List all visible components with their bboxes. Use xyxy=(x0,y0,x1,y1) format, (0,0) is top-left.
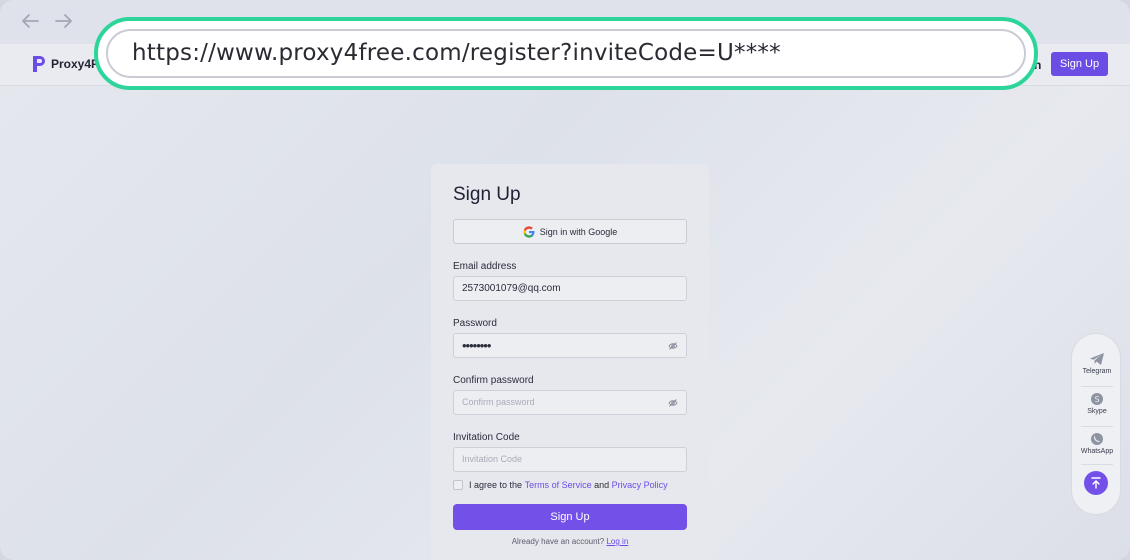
email-value: 2573001079@qq.com xyxy=(462,283,561,294)
arrow-up-icon xyxy=(1091,477,1101,489)
contact-divider xyxy=(1081,386,1113,387)
terms-of-service-link[interactable]: Terms of Service xyxy=(525,480,592,490)
invitation-code-label: Invitation Code xyxy=(453,432,520,443)
arrow-left-icon[interactable] xyxy=(17,10,43,34)
browser-window: Proxy4Fr n Sign Up https://www.proxy4fre… xyxy=(0,0,1130,560)
password-value: •••••••• xyxy=(462,338,491,353)
google-signin-label: Sign in with Google xyxy=(539,226,618,237)
arrow-right-icon[interactable] xyxy=(51,10,77,34)
terms-agreement: I agree to the Terms of Service and Priv… xyxy=(453,480,668,490)
password-label: Password xyxy=(453,318,497,329)
address-bar-url[interactable]: https://www.proxy4free.com/register?invi… xyxy=(132,40,781,66)
agree-and: and xyxy=(594,480,610,490)
signup-submit-button[interactable]: Sign Up xyxy=(453,504,687,530)
skype-icon: S xyxy=(1091,393,1103,405)
have-account-text: Already have an account? xyxy=(511,537,605,546)
login-prompt: Already have an account? Log in xyxy=(453,537,687,546)
confirm-password-field[interactable]: Confirm password xyxy=(453,390,687,415)
terms-checkbox[interactable] xyxy=(453,480,463,490)
login-link[interactable]: Log in xyxy=(606,537,628,546)
skype-contact[interactable]: S Skype xyxy=(1072,392,1122,415)
proxy4free-logo-icon xyxy=(31,54,47,74)
google-signin-button[interactable]: Sign in with Google xyxy=(453,219,687,244)
contact-divider xyxy=(1081,426,1113,427)
confirm-password-placeholder: Confirm password xyxy=(462,397,535,407)
whatsapp-contact[interactable]: WhatsApp xyxy=(1072,432,1122,455)
google-icon xyxy=(523,225,535,238)
invitation-code-field[interactable]: Invitation Code xyxy=(453,447,687,472)
email-label: Email address xyxy=(453,261,517,272)
svg-text:S: S xyxy=(1094,395,1099,404)
password-field[interactable]: •••••••• xyxy=(453,333,687,358)
skype-label: Skype xyxy=(1087,408,1107,415)
telegram-label: Telegram xyxy=(1082,368,1112,375)
eye-off-icon[interactable] xyxy=(668,341,678,351)
site-logo[interactable]: Proxy4Fr xyxy=(31,54,103,74)
privacy-policy-link[interactable]: Privacy Policy xyxy=(612,480,668,490)
telegram-contact[interactable]: Telegram xyxy=(1072,352,1122,375)
header-signup-button[interactable]: Sign Up xyxy=(1051,52,1108,76)
whatsapp-icon xyxy=(1091,433,1103,445)
telegram-icon xyxy=(1090,353,1104,365)
agree-prefix: I agree to the xyxy=(469,480,523,490)
confirm-password-label: Confirm password xyxy=(453,375,534,386)
email-field[interactable]: 2573001079@qq.com xyxy=(453,276,687,301)
whatsapp-label: WhatsApp xyxy=(1080,448,1114,455)
invitation-code-placeholder: Invitation Code xyxy=(462,454,523,464)
back-to-top-button[interactable] xyxy=(1084,471,1108,495)
page-title: Sign Up xyxy=(453,184,521,205)
eye-off-icon[interactable] xyxy=(668,398,678,408)
contact-divider xyxy=(1081,464,1113,465)
